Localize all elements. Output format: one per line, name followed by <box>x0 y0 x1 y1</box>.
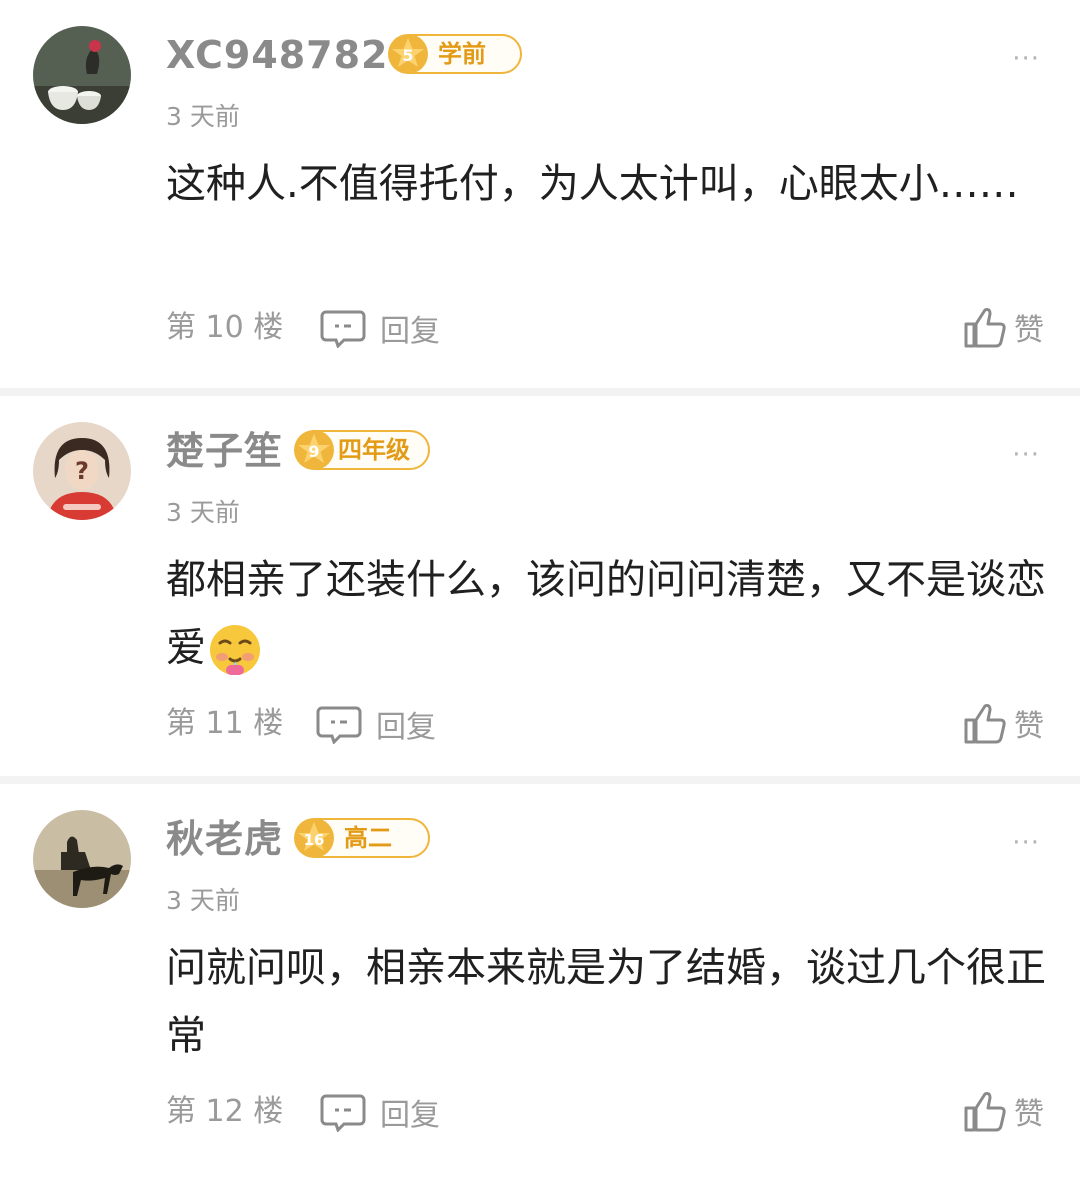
tea-cup-avatar-icon <box>33 26 131 124</box>
reply-button[interactable]: 回复 <box>316 702 436 746</box>
level-label: 学前 <box>438 40 486 68</box>
thumbs-up-icon <box>964 308 1006 348</box>
more-options-icon[interactable]: ··· <box>1012 44 1040 74</box>
timestamp: 3 天前 <box>166 886 240 915</box>
reply-label: 回复 <box>380 1098 440 1133</box>
like-button[interactable]: 赞 <box>962 1086 1044 1136</box>
svg-text:?: ? <box>75 457 89 485</box>
thumbs-up-icon <box>964 1092 1006 1132</box>
floor-number: 第 10 楼 <box>166 310 284 345</box>
comment-item: 秋老虎 16 高二 ··· 3 天前 问就问呗，相亲本来就是为了结婚，谈过几个很… <box>0 776 1080 1164</box>
level-badge: 16 高二 <box>294 818 430 858</box>
reply-icon <box>316 706 362 744</box>
level-label: 四年级 <box>338 436 410 464</box>
reply-label: 回复 <box>376 710 436 745</box>
level-label: 高二 <box>344 824 392 852</box>
timestamp: 3 天前 <box>166 102 240 131</box>
svg-text:5: 5 <box>402 46 413 65</box>
like-button[interactable]: 赞 <box>962 698 1044 748</box>
more-options-icon[interactable]: ··· <box>1012 828 1040 858</box>
avatar[interactable]: ? <box>33 422 131 520</box>
svg-text:9: 9 <box>308 442 319 461</box>
horse-rider-avatar-icon <box>33 810 131 908</box>
like-label: 赞 <box>1014 313 1044 348</box>
like-label: 赞 <box>1014 1097 1044 1132</box>
comment-footer: 第 11 楼 回复 赞 <box>166 696 1044 752</box>
person-question-avatar-icon: ? <box>33 422 131 520</box>
star-icon: 5 <box>388 34 428 74</box>
username[interactable]: 秋老虎 <box>166 814 283 864</box>
more-options-icon[interactable]: ··· <box>1012 440 1040 470</box>
reply-label: 回复 <box>380 314 440 349</box>
reply-icon <box>320 310 366 348</box>
comment-text: 都相亲了还装什么，该问的问问清楚，又不是谈恋爱 <box>166 546 1046 682</box>
comment-item: ? 楚子笙 9 四年级 ··· 3 天前 都相亲了还装什么，该问的问问清楚，又不… <box>0 388 1080 776</box>
like-button[interactable]: 赞 <box>962 302 1044 352</box>
username[interactable]: XC948782 <box>166 30 388 80</box>
level-badge: 5 学前 <box>388 34 522 74</box>
comment-text: 这种人.不值得托付，为人太计叫，心眼太小…… <box>166 161 1019 207</box>
comment-item: XC948782 5 学前 ··· 3 天前 这种人.不值得托付，为人太计叫，心… <box>0 0 1080 388</box>
floor-number: 第 12 楼 <box>166 1094 284 1129</box>
comment-footer: 第 12 楼 回复 赞 <box>166 1084 1044 1140</box>
username[interactable]: 楚子笙 <box>166 426 283 476</box>
reply-icon <box>320 1094 366 1132</box>
avatar[interactable] <box>33 26 131 124</box>
thumbs-up-icon <box>964 704 1006 744</box>
avatar[interactable] <box>33 810 131 908</box>
timestamp: 3 天前 <box>166 498 240 527</box>
comment-text: 问就问呗，相亲本来就是为了结婚，谈过几个很正常 <box>166 945 1046 1059</box>
reply-button[interactable]: 回复 <box>320 1090 440 1134</box>
floor-number: 第 11 楼 <box>166 706 284 741</box>
like-label: 赞 <box>1014 709 1044 744</box>
reply-button[interactable]: 回复 <box>320 306 440 350</box>
level-badge: 9 四年级 <box>294 430 430 470</box>
comment-footer: 第 10 楼 回复 赞 <box>166 300 1044 356</box>
star-icon: 16 <box>294 818 334 858</box>
drooling-face-emoji-icon <box>210 625 260 675</box>
svg-text:16: 16 <box>304 831 325 849</box>
star-icon: 9 <box>294 430 334 470</box>
